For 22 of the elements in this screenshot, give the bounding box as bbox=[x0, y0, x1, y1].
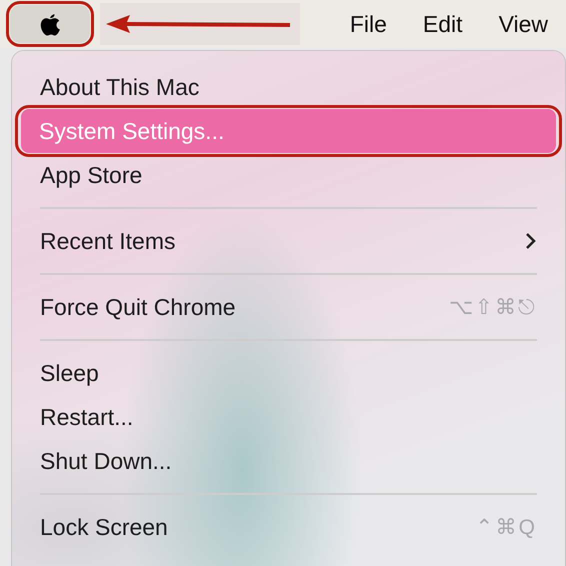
menu-item[interactable]: About This Mac bbox=[22, 65, 555, 109]
menu-item[interactable]: Restart... bbox=[22, 395, 555, 439]
menu-title[interactable]: Edit bbox=[404, 10, 481, 38]
menu-item-label: Lock Screen bbox=[40, 514, 169, 540]
menu-item-label: System Settings... bbox=[39, 118, 226, 144]
menu-item-label: Recent Items bbox=[40, 228, 176, 254]
menu-item[interactable]: Sleep bbox=[22, 351, 555, 395]
menu-item[interactable]: Shut Down... bbox=[22, 439, 555, 483]
menu-item-label: Sleep bbox=[40, 360, 100, 386]
menu-item-label: Force Quit Chrome bbox=[40, 294, 237, 320]
menu-item[interactable]: App Store bbox=[22, 153, 555, 197]
menu-item-label: About This Mac bbox=[40, 74, 200, 100]
menu-item-label: Restart... bbox=[40, 404, 134, 430]
menu-item[interactable]: Recent Items bbox=[22, 219, 555, 263]
menu-item[interactable]: Force Quit Chrome ⌥⇧⌘⎋ bbox=[22, 285, 555, 329]
menu-title[interactable]: View bbox=[480, 10, 566, 38]
menu-item[interactable]: Lock Screen ⌃⌘Q bbox=[22, 505, 555, 549]
keyboard-shortcut: ⌃⌘Q bbox=[476, 514, 537, 540]
menu-item-label: App Store bbox=[40, 162, 144, 188]
menu-item-label: Shut Down... bbox=[40, 448, 173, 474]
keyboard-shortcut: ⌥⇧⌘⎋ bbox=[449, 294, 537, 320]
menu-title[interactable]: File bbox=[332, 10, 405, 38]
